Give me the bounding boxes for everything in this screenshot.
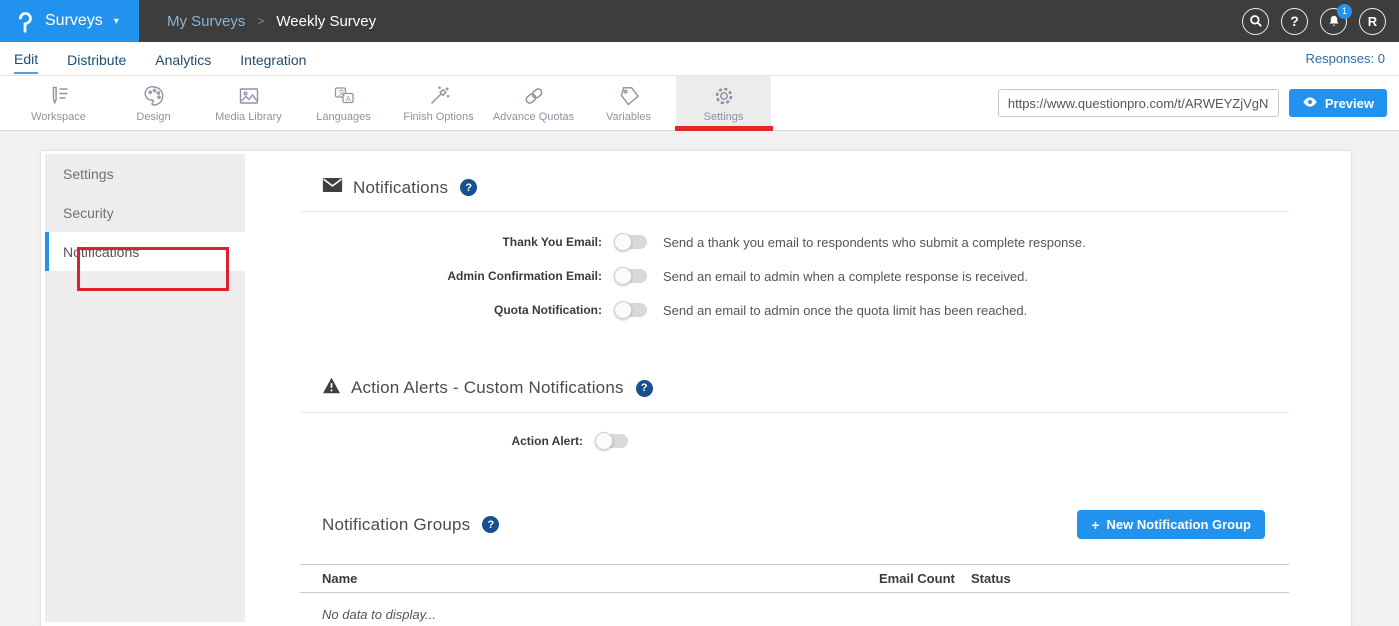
notification-groups-help-icon[interactable]: ? [482, 516, 499, 533]
breadcrumb: My Surveys > Weekly Survey [167, 0, 376, 42]
toolbar-item-languages[interactable]: 文 A Languages [296, 76, 391, 130]
languages-icon: 文 A [332, 83, 356, 109]
survey-nav: Edit Distribute Analytics Integration Re… [0, 42, 1399, 76]
help-button[interactable]: ? [1281, 8, 1308, 35]
product-menu[interactable]: Surveys ▾ [0, 0, 139, 42]
thank-you-email-label: Thank You Email: [300, 235, 602, 249]
breadcrumb-separator-icon: > [257, 14, 264, 28]
thank-you-email-toggle[interactable] [615, 235, 647, 249]
admin-confirmation-email-description: Send an email to admin when a complete r… [663, 269, 1028, 284]
settings-sidebar: Settings Security Notifications [45, 154, 245, 622]
toolbar-item-finish-options[interactable]: Finish Options [391, 76, 486, 130]
sidebar-item-notifications[interactable]: Notifications [45, 232, 245, 271]
advance-quotas-link-icon [522, 83, 546, 109]
toolbar-item-variables[interactable]: Variables [581, 76, 676, 130]
toggle-knob [614, 233, 632, 251]
design-palette-icon [142, 83, 166, 109]
breadcrumb-my-surveys[interactable]: My Surveys [167, 13, 245, 30]
notification-groups-header: Notification Groups ? + New Notification… [322, 510, 1289, 539]
notification-toggle-list: Thank You Email: Send a thank you email … [300, 225, 1289, 327]
notification-groups-title: Notification Groups [322, 515, 470, 535]
eye-icon [1302, 96, 1318, 111]
thank-you-email-description: Send a thank you email to respondents wh… [663, 235, 1086, 250]
tab-edit[interactable]: Edit [14, 44, 38, 74]
notifications-help-icon[interactable]: ? [460, 179, 477, 196]
finish-options-wand-icon [427, 83, 451, 109]
action-alerts-section-header: Action Alerts - Custom Notifications ? [322, 377, 1289, 399]
quota-notification-description: Send an email to admin once the quota li… [663, 303, 1027, 318]
sidebar-item-security[interactable]: Security [45, 193, 245, 232]
settings-card: Settings Security Notifications Notifica… [40, 150, 1352, 626]
content-area: Settings Security Notifications Notifica… [0, 131, 1399, 626]
search-button[interactable] [1242, 8, 1269, 35]
notifications-section-header: Notifications ? [322, 177, 1289, 198]
toolbar-item-design[interactable]: Design [106, 76, 201, 130]
quota-notification-label: Quota Notification: [300, 303, 602, 317]
breadcrumb-current-survey: Weekly Survey [276, 13, 376, 30]
admin-confirmation-email-toggle[interactable] [615, 269, 647, 283]
toolbar-item-advance-quotas[interactable]: Advance Quotas [486, 76, 581, 130]
questionpro-logo-icon [14, 10, 36, 32]
toolbar-item-settings[interactable]: Settings [676, 76, 771, 130]
envelope-icon [322, 177, 343, 198]
chevron-down-icon: ▾ [114, 16, 119, 27]
quota-notification-row: Quota Notification: Send an email to adm… [300, 293, 1289, 327]
media-library-icon [237, 83, 261, 109]
action-alert-label: Action Alert: [300, 434, 583, 448]
warning-triangle-icon [322, 377, 341, 399]
toolbar-item-workspace[interactable]: Workspace [11, 76, 106, 130]
question-mark-icon: ? [1290, 13, 1299, 29]
svg-text:A: A [345, 94, 350, 103]
top-bar: Surveys ▾ My Surveys > Weekly Survey ? [0, 0, 1399, 42]
edit-toolbar: Workspace Design Media Library 文 A [0, 76, 1399, 131]
topbar-actions: ? 1 R [1242, 0, 1399, 42]
variables-tag-icon [617, 83, 641, 109]
empty-table-message: No data to display... [322, 607, 1289, 622]
preview-button[interactable]: Preview [1289, 89, 1387, 117]
tab-integration[interactable]: Integration [240, 45, 306, 73]
thank-you-email-row: Thank You Email: Send a thank you email … [300, 225, 1289, 259]
sidebar-item-settings[interactable]: Settings [45, 154, 245, 193]
new-notification-group-button[interactable]: + New Notification Group [1077, 510, 1265, 539]
notification-groups-table: Name Email Count Status No data to displ… [300, 564, 1289, 622]
column-header-status: Status [971, 571, 1289, 586]
product-name: Surveys [45, 12, 103, 30]
toggle-knob [614, 301, 632, 319]
action-alerts-section-title: Action Alerts - Custom Notifications [351, 378, 624, 398]
notifications-panel: Notifications ? Thank You Email: Send a … [245, 151, 1351, 626]
divider [300, 412, 1289, 413]
action-alert-row: Action Alert: [300, 424, 1289, 458]
notifications-section-title: Notifications [353, 178, 448, 198]
admin-confirmation-email-label: Admin Confirmation Email: [300, 269, 602, 283]
admin-confirmation-email-row: Admin Confirmation Email: Send an email … [300, 259, 1289, 293]
survey-url-input[interactable] [998, 89, 1279, 117]
responses-count[interactable]: Responses: 0 [1306, 51, 1386, 66]
notifications-button[interactable]: 1 [1320, 8, 1347, 35]
action-alert-toggle-list: Action Alert: [300, 424, 1289, 458]
column-header-email-count: Email Count [879, 571, 971, 586]
action-alerts-help-icon[interactable]: ? [636, 380, 653, 397]
annotation-red-underline [675, 126, 773, 131]
tab-analytics[interactable]: Analytics [155, 45, 211, 73]
tab-distribute[interactable]: Distribute [67, 45, 126, 73]
svg-text:文: 文 [338, 88, 345, 97]
column-header-name: Name [300, 571, 879, 586]
user-avatar[interactable]: R [1359, 8, 1386, 35]
toggle-knob [595, 432, 613, 450]
plus-icon: + [1091, 517, 1099, 533]
search-icon [1249, 14, 1263, 28]
avatar-initial: R [1368, 14, 1377, 29]
toolbar-item-media-library[interactable]: Media Library [201, 76, 296, 130]
workspace-icon [47, 83, 71, 109]
quota-notification-toggle[interactable] [615, 303, 647, 317]
table-header-row: Name Email Count Status [300, 564, 1289, 593]
notification-count-badge: 1 [1337, 4, 1352, 19]
divider [300, 211, 1289, 212]
settings-gear-icon [712, 83, 736, 109]
toolbar-right: Preview [998, 76, 1399, 130]
action-alert-toggle[interactable] [596, 434, 628, 448]
toggle-knob [614, 267, 632, 285]
